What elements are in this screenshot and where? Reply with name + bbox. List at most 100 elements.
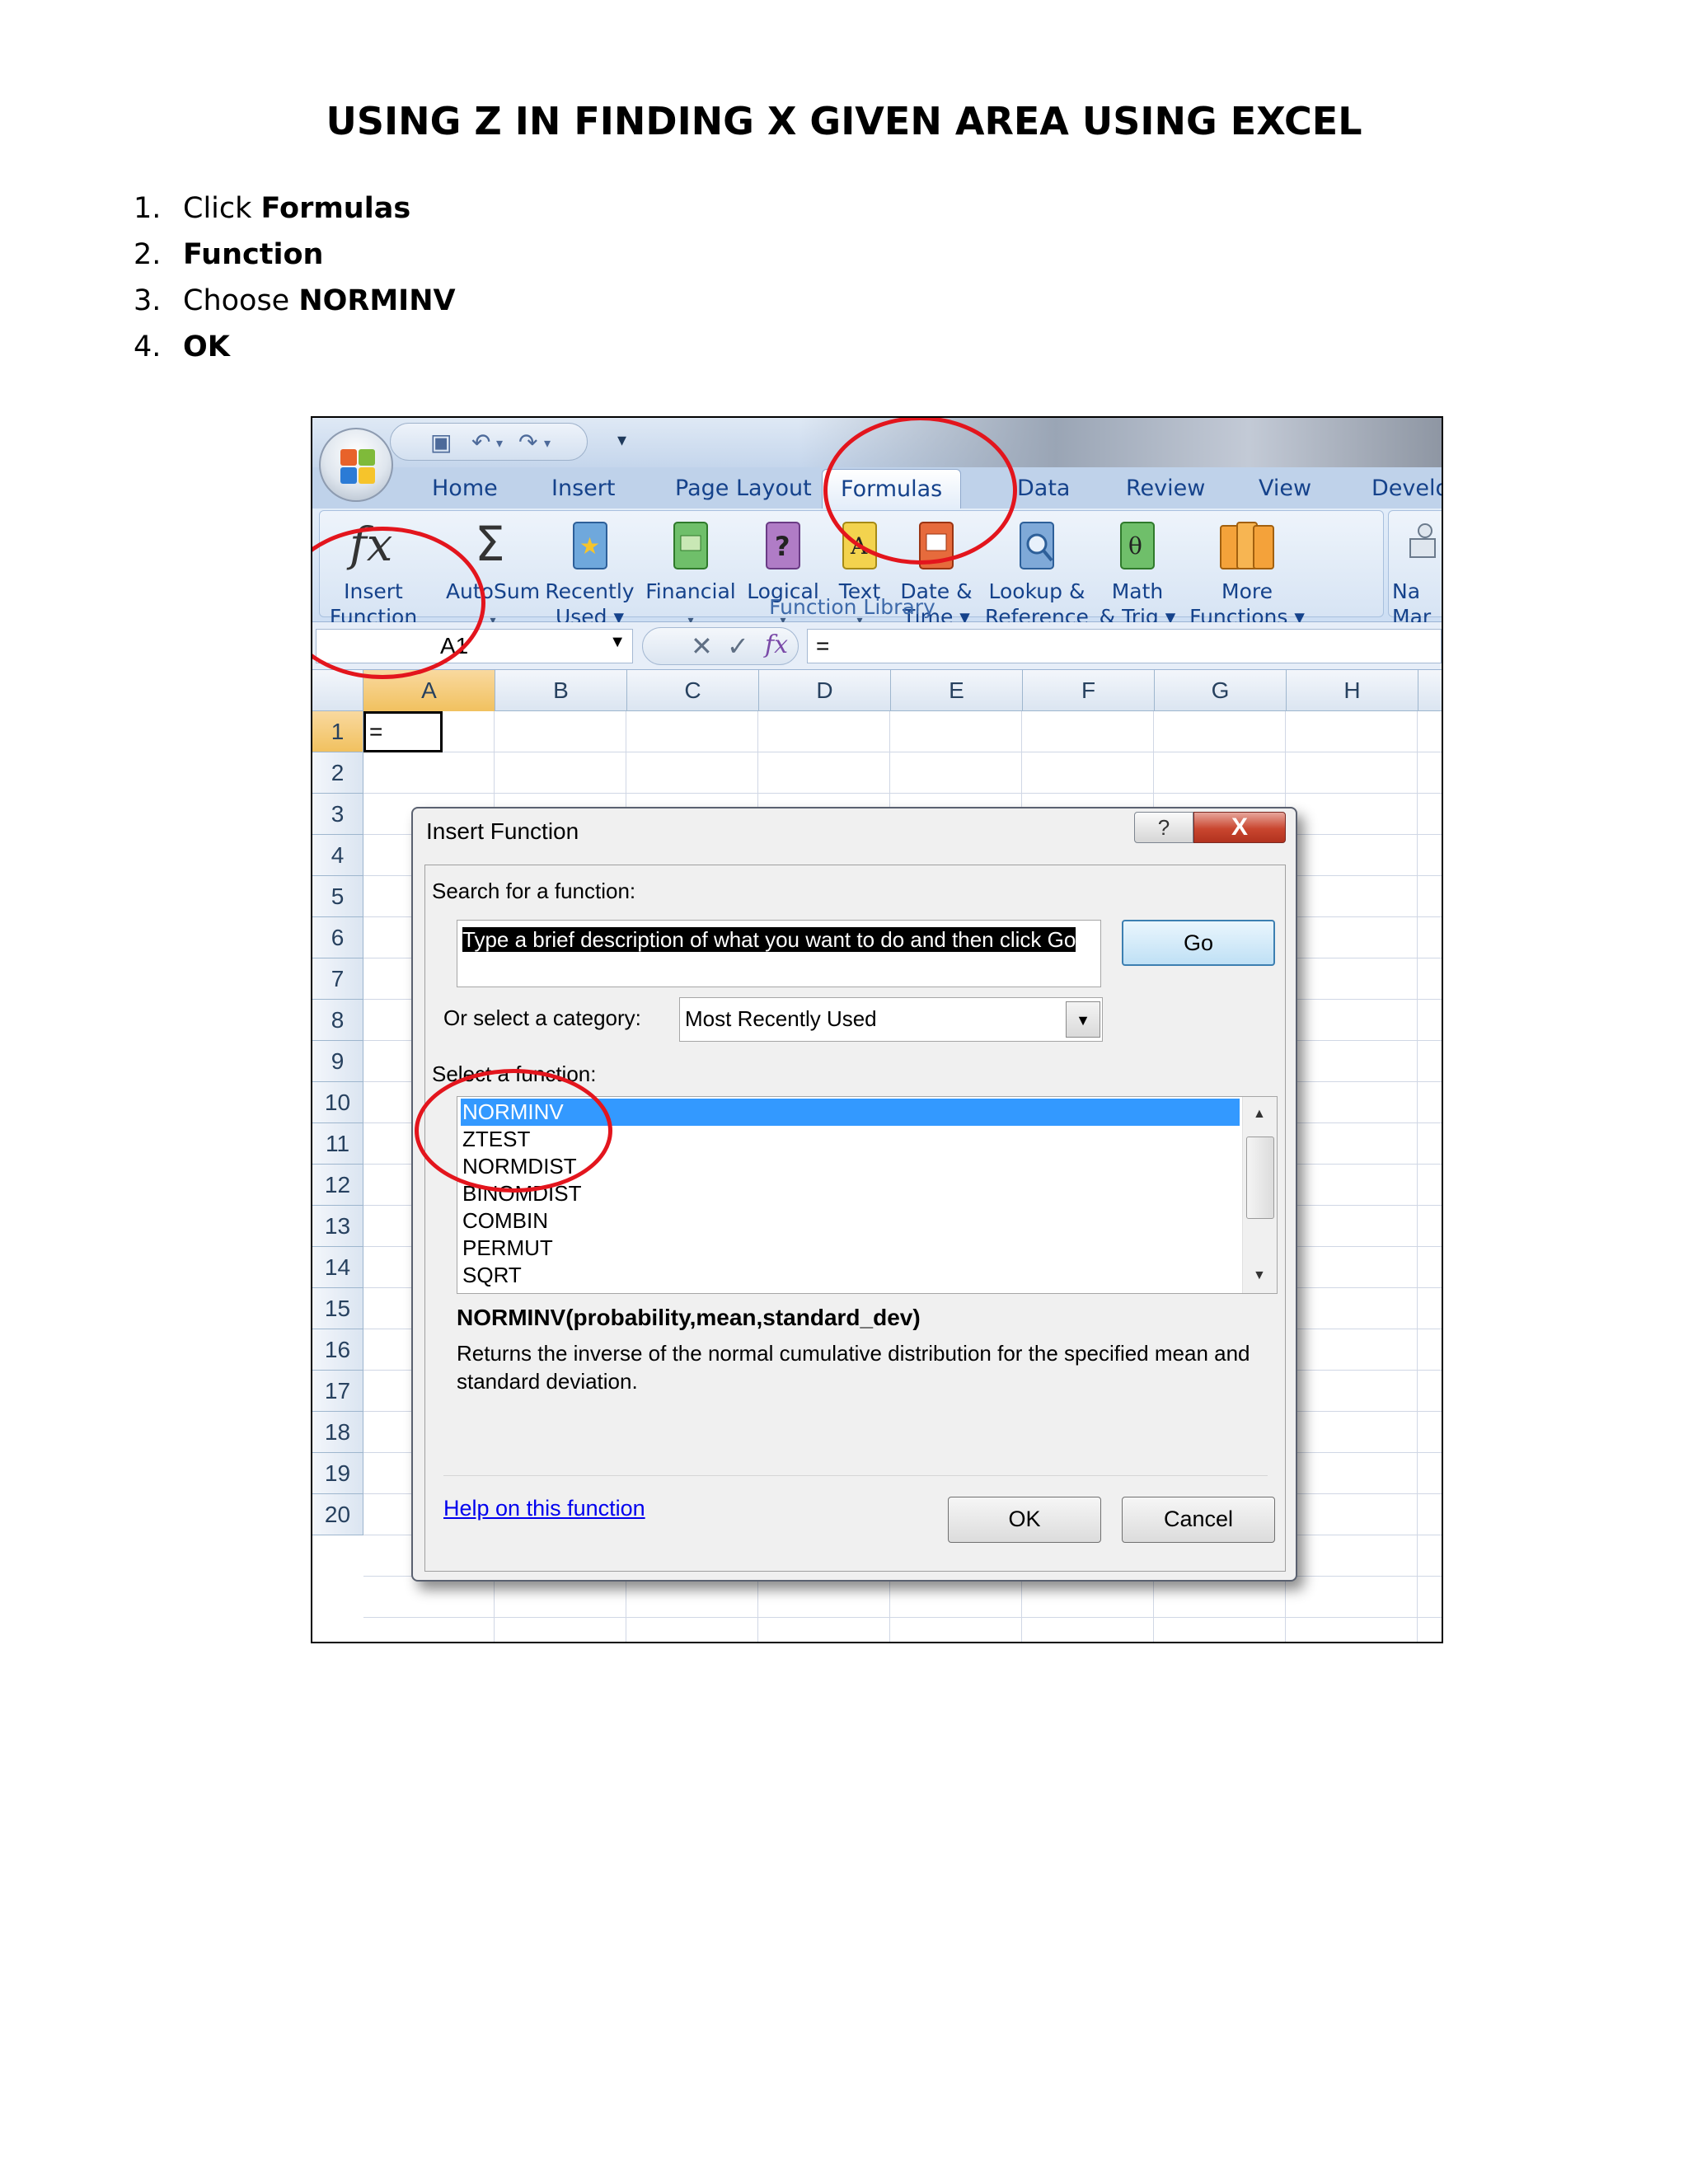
row-header[interactable]: 13 xyxy=(312,1206,363,1247)
step-item: 2. Function xyxy=(134,238,324,271)
row-header[interactable]: 10 xyxy=(312,1082,363,1123)
category-select[interactable]: Most Recently Used ▼ xyxy=(679,997,1103,1042)
row-header[interactable]: 11 xyxy=(312,1123,363,1165)
tab-page-layout[interactable]: Page Layout xyxy=(675,476,812,501)
ok-button[interactable]: OK xyxy=(948,1497,1101,1543)
category-label: Or select a category: xyxy=(443,1005,641,1030)
tab-formulas[interactable]: Formulas xyxy=(822,469,962,509)
quick-access-toolbar: ▣ ↶ ▾ ↷ ▾ xyxy=(390,423,588,461)
column-header[interactable]: A xyxy=(363,670,495,711)
dialog-title: Insert Function xyxy=(426,818,579,844)
excel-screenshot: ▣ ↶ ▾ ↷ ▾ ▾ Home Insert Page Layout Form… xyxy=(311,416,1443,1643)
list-scrollbar[interactable]: ▲ ▼ xyxy=(1242,1097,1277,1293)
row-header[interactable]: 8 xyxy=(312,1000,363,1041)
dialog-body: Search for a function: Type a brief desc… xyxy=(424,865,1286,1572)
scroll-up-icon[interactable]: ▲ xyxy=(1253,1107,1266,1122)
customize-qat-icon[interactable]: ▾ xyxy=(617,429,626,451)
tab-data[interactable]: Data xyxy=(1017,476,1070,501)
sigma-icon: Σ xyxy=(475,516,505,572)
scroll-down-icon[interactable]: ▼ xyxy=(1253,1268,1266,1283)
column-header[interactable]: B xyxy=(495,670,627,711)
column-header[interactable]: C xyxy=(627,670,759,711)
active-cell-a1[interactable]: = xyxy=(363,711,443,752)
row-header[interactable]: 6 xyxy=(312,917,363,958)
chevron-down-icon[interactable]: ▼ xyxy=(1066,1001,1100,1038)
row-header[interactable]: 18 xyxy=(312,1412,363,1453)
row-header[interactable]: 15 xyxy=(312,1288,363,1329)
insert-function-fx-icon[interactable]: fx xyxy=(765,630,788,659)
row-header[interactable]: 4 xyxy=(312,835,363,876)
svg-text:★: ★ xyxy=(579,532,600,560)
chevron-down-icon[interactable]: ▾ xyxy=(496,435,503,452)
chevron-down-icon[interactable]: ▼ xyxy=(609,633,626,652)
help-on-function-link[interactable]: Help on this function xyxy=(443,1496,645,1521)
save-icon[interactable]: ▣ xyxy=(430,429,452,456)
step-item: 4. OK xyxy=(134,330,230,363)
list-item[interactable]: COMBIN xyxy=(461,1207,1240,1235)
undo-icon[interactable]: ↶ xyxy=(471,429,490,456)
defined-names-group: Na Mar xyxy=(1388,510,1442,629)
column-header[interactable]: D xyxy=(759,670,891,711)
row-header[interactable]: 9 xyxy=(312,1041,363,1082)
step-item: 1. Click Formulas xyxy=(134,192,411,225)
svg-text:A: A xyxy=(850,532,868,560)
book-magnifier-icon xyxy=(1020,522,1054,569)
tab-developer[interactable]: Develo xyxy=(1372,476,1442,501)
office-button[interactable] xyxy=(319,428,393,502)
redo-icon[interactable]: ↷ xyxy=(518,429,537,456)
name-manager-button[interactable]: Na Mar xyxy=(1392,516,1442,630)
list-item[interactable]: ZTEST xyxy=(461,1126,1240,1153)
tab-review[interactable]: Review xyxy=(1126,476,1205,501)
row-header[interactable]: 17 xyxy=(312,1371,363,1412)
column-header[interactable]: H xyxy=(1287,670,1418,711)
cancel-button[interactable]: Cancel xyxy=(1122,1497,1275,1543)
book-star-icon: ★ xyxy=(572,522,607,569)
column-headers: A B C D E F G H xyxy=(312,670,1442,711)
list-item[interactable]: NORMDIST xyxy=(461,1153,1240,1180)
svg-text:?: ? xyxy=(775,531,790,562)
search-label: Search for a function: xyxy=(432,879,636,903)
scrollbar-thumb[interactable] xyxy=(1246,1137,1274,1219)
search-input[interactable]: Type a brief description of what you wan… xyxy=(457,920,1101,987)
column-header[interactable]: G xyxy=(1155,670,1287,711)
row-header[interactable]: 12 xyxy=(312,1165,363,1206)
help-button[interactable]: ? xyxy=(1134,812,1193,843)
book-theta-icon: θ xyxy=(1120,522,1155,569)
close-button[interactable]: X xyxy=(1193,812,1286,843)
row-header[interactable]: 20 xyxy=(312,1494,363,1535)
row-header[interactable]: 2 xyxy=(312,752,363,794)
name-manager-icon xyxy=(1409,523,1436,558)
book-calendar-icon xyxy=(919,522,954,569)
list-item[interactable]: SQRT xyxy=(461,1262,1240,1289)
book-question-icon: ? xyxy=(766,522,800,569)
row-header[interactable]: 5 xyxy=(312,876,363,917)
list-item-normin[interactable]: NORMINV xyxy=(461,1099,1240,1126)
formula-input[interactable]: = xyxy=(807,629,1442,663)
book-money-icon xyxy=(673,522,708,569)
row-header[interactable]: 1 xyxy=(312,711,363,752)
formula-buttons: ✕ ✓ fx xyxy=(642,627,799,665)
row-header[interactable]: 16 xyxy=(312,1329,363,1371)
column-header[interactable]: F xyxy=(1023,670,1155,711)
tab-insert[interactable]: Insert xyxy=(551,476,615,501)
insert-function-dialog: Insert Function ? X Search for a functio… xyxy=(411,807,1297,1582)
steps-list: 1. Click Formulas 2. Function 3. Choose NOR… xyxy=(134,185,456,370)
tab-home[interactable]: Home xyxy=(432,476,498,501)
select-all-corner[interactable] xyxy=(312,670,363,711)
book-text-icon: A xyxy=(842,522,877,569)
row-header[interactable]: 19 xyxy=(312,1453,363,1494)
function-list[interactable]: NORMINV ZTEST NORMDIST BINOMDIST COMBIN … xyxy=(457,1096,1278,1294)
list-item[interactable]: BINOMDIST xyxy=(461,1180,1240,1207)
column-header[interactable]: E xyxy=(891,670,1023,711)
chevron-down-icon[interactable]: ▾ xyxy=(544,435,551,452)
row-header[interactable]: 7 xyxy=(312,958,363,1000)
row-header[interactable]: 3 xyxy=(312,794,363,835)
list-item[interactable]: PERMUT xyxy=(461,1235,1240,1262)
tab-view[interactable]: View xyxy=(1259,476,1311,501)
cancel-entry-icon[interactable]: ✕ xyxy=(691,630,713,662)
enter-check-icon[interactable]: ✓ xyxy=(727,630,749,662)
svg-text:Σ: Σ xyxy=(475,516,505,572)
row-header[interactable]: 14 xyxy=(312,1247,363,1288)
name-box[interactable]: A1 ▼ xyxy=(316,629,633,663)
go-button[interactable]: Go xyxy=(1122,920,1275,966)
